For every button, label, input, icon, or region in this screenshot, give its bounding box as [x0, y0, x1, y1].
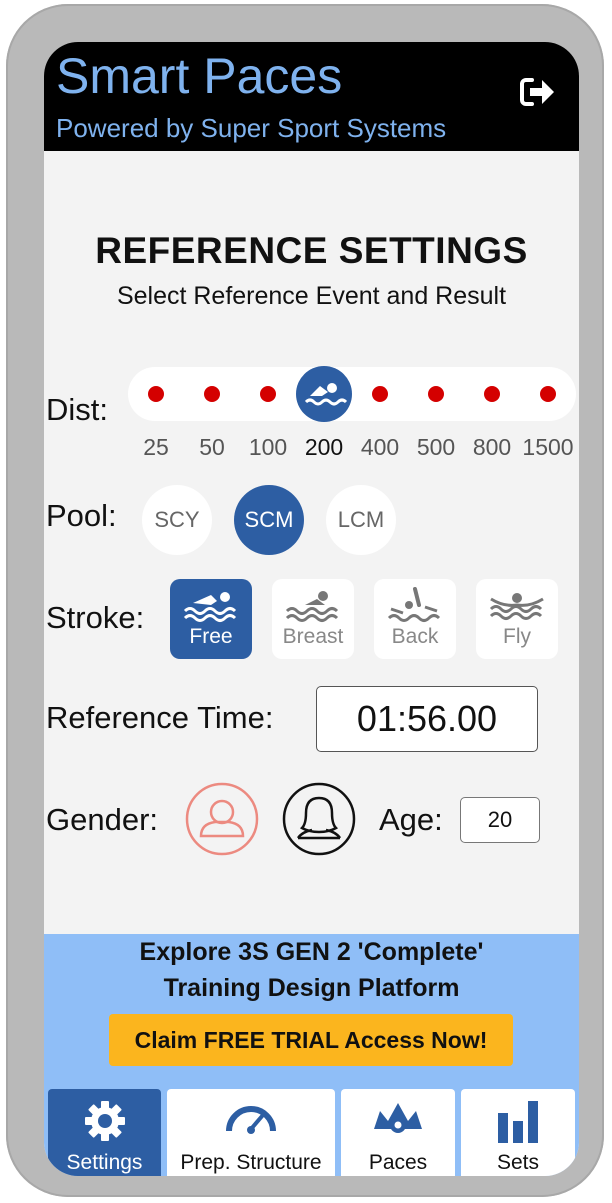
- age-input[interactable]: 20: [460, 797, 540, 843]
- page-subtitle: Select Reference Event and Result: [116, 282, 507, 310]
- tab-bar: Settings Prep. Structure Paces Sets: [44, 1084, 579, 1176]
- reference-time-label: Reference Time:: [46, 700, 274, 735]
- reference-time-input[interactable]: 01:56.00: [316, 686, 538, 752]
- app-subtitle: Powered by Super Sport Systems: [56, 113, 447, 143]
- swimmer-icon: [304, 383, 348, 406]
- app-header: Smart Paces Powered by Super Sport Syste…: [44, 42, 579, 151]
- distance-dot-25[interactable]: [148, 386, 164, 402]
- distance-option[interactable]: 25: [126, 434, 186, 461]
- distance-option[interactable]: 500: [406, 434, 466, 461]
- freestyle-swimmer-icon: [183, 592, 237, 622]
- gender-label: Gender:: [46, 802, 159, 837]
- gauge-icon: [226, 1106, 276, 1134]
- tab-prep-structure[interactable]: Prep. Structure: [167, 1089, 335, 1176]
- tab-label: Sets: [496, 1151, 540, 1174]
- distance-selector[interactable]: [128, 367, 576, 421]
- distance-selected-200[interactable]: [296, 366, 352, 422]
- tab-label: Paces: [368, 1151, 428, 1174]
- breaststroke-swimmer-icon: [285, 591, 339, 622]
- tab-settings[interactable]: Settings: [48, 1089, 161, 1176]
- gender-female-button[interactable]: [282, 782, 356, 856]
- cogs-icon: [374, 1103, 422, 1133]
- stroke-option-label: Fly: [503, 625, 531, 648]
- tab-paces[interactable]: Paces: [341, 1089, 455, 1176]
- distance-dot-800[interactable]: [484, 386, 500, 402]
- male-icon: [185, 782, 259, 856]
- gear-icon: [85, 1101, 125, 1141]
- age-label: Age:: [379, 802, 443, 837]
- distance-option[interactable]: 400: [350, 434, 410, 461]
- claim-trial-button[interactable]: Claim FREE TRIAL Access Now!: [109, 1014, 513, 1066]
- app-title: Smart Paces: [56, 48, 343, 104]
- pool-option-scy[interactable]: SCY: [142, 485, 212, 555]
- stroke-option-label: Free: [189, 625, 233, 648]
- distance-dot-1500[interactable]: [540, 386, 556, 402]
- distance-label: Dist:: [46, 392, 108, 427]
- distance-dot-100[interactable]: [260, 386, 276, 402]
- stroke-option-label: Breast: [282, 625, 344, 648]
- phone-frame: Smart Paces Powered by Super Sport Syste…: [6, 4, 604, 1197]
- tab-sets[interactable]: Sets: [461, 1089, 575, 1176]
- pool-option-scm[interactable]: SCM: [234, 485, 304, 555]
- stroke-option-fly[interactable]: Fly: [476, 579, 558, 659]
- distance-dot-400[interactable]: [372, 386, 388, 402]
- promo-line-2: Training Design Platform: [163, 974, 460, 1002]
- promo-banner: Explore 3S GEN 2 'Complete' Training Des…: [44, 934, 579, 1084]
- stroke-option-free[interactable]: Free: [170, 579, 252, 659]
- distance-dot-50[interactable]: [204, 386, 220, 402]
- pool-label: Pool:: [46, 498, 117, 533]
- butterfly-swimmer-icon: [489, 593, 544, 620]
- tab-label: Settings: [66, 1151, 143, 1174]
- sign-out-icon: [520, 78, 554, 106]
- female-icon: [282, 782, 356, 856]
- app-screen: Smart Paces Powered by Super Sport Syste…: [44, 42, 579, 1176]
- stroke-option-label: Back: [391, 625, 439, 648]
- logout-button[interactable]: [518, 74, 558, 110]
- pool-option-lcm[interactable]: LCM: [326, 485, 396, 555]
- stroke-option-back[interactable]: Back: [374, 579, 456, 659]
- tab-label: Prep. Structure: [180, 1151, 322, 1174]
- distance-option[interactable]: 800: [462, 434, 522, 461]
- stroke-label: Stroke:: [46, 600, 145, 635]
- distance-option[interactable]: 100: [238, 434, 298, 461]
- backstroke-swimmer-icon: [387, 587, 441, 622]
- stroke-option-breast[interactable]: Breast: [272, 579, 354, 659]
- distance-option[interactable]: 50: [182, 434, 242, 461]
- promo-line-1: Explore 3S GEN 2 'Complete': [139, 938, 484, 966]
- page-title: REFERENCE SETTINGS: [95, 230, 528, 271]
- bar-chart-icon: [498, 1101, 538, 1143]
- distance-option-selected[interactable]: 200: [294, 434, 354, 461]
- distance-option[interactable]: 1500: [518, 434, 578, 461]
- distance-dot-500[interactable]: [428, 386, 444, 402]
- gender-male-button[interactable]: [185, 782, 259, 856]
